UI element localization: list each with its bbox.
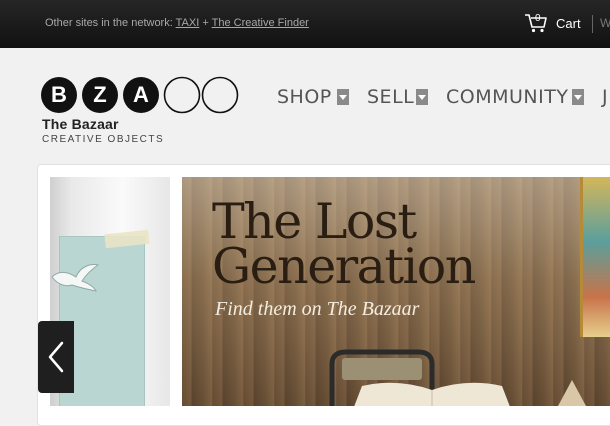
hero-title: The Lost Generation (212, 197, 512, 295)
hero-painting (580, 177, 610, 337)
logo-circles: B Z A (41, 76, 239, 114)
logo-letter-z: Z (93, 82, 106, 107)
cart-count: 0 (535, 13, 541, 24)
nav-shop[interactable]: SHOP (277, 86, 357, 110)
desk-object (558, 380, 586, 406)
logo-name: The Bazaar (42, 116, 119, 132)
link-taxi[interactable]: TAXI (176, 17, 200, 29)
network-separator: + (202, 17, 209, 29)
topbar-divider (592, 15, 593, 33)
hero-title-line2: Generation (212, 238, 476, 295)
link-creative-finder[interactable]: The Creative Finder (212, 17, 309, 29)
chevron-down-icon (337, 89, 349, 105)
site-logo[interactable]: B Z A The Bazaar CREATIVE OBJECTS (39, 76, 239, 148)
nav-shop-label: SHOP (277, 86, 332, 108)
network-bar: Other sites in the network: TAXI + The C… (0, 0, 610, 48)
nav-sell[interactable]: SELL (367, 86, 437, 110)
hero-subtitle: Find them on The Bazaar (215, 298, 420, 320)
topbar-next-item[interactable]: W (600, 16, 610, 30)
slider-prev-button[interactable] (38, 321, 74, 393)
nav-next-label: J (602, 86, 609, 108)
logo-letter-a: A (133, 82, 149, 107)
network-prefix: Other sites in the network: (45, 17, 173, 29)
book-illustration (354, 382, 510, 406)
chevron-left-icon (48, 341, 64, 373)
site-header: B Z A The Bazaar CREATIVE OBJECTS SHOP S… (0, 48, 610, 160)
chevron-down-icon (572, 89, 584, 105)
nav-next[interactable]: J (602, 86, 610, 110)
chevron-down-icon (416, 89, 428, 105)
logo-tagline: CREATIVE OBJECTS (42, 134, 165, 145)
hero-banner[interactable]: The Lost Generation Find them on The Baz… (182, 177, 610, 406)
logo-letter-b: B (51, 82, 67, 107)
bird-icon (51, 264, 100, 292)
nav-sell-label: SELL (367, 86, 415, 108)
nav-community-label: COMMUNITY (446, 86, 569, 108)
nav-community[interactable]: COMMUNITY (446, 86, 596, 110)
network-links: Other sites in the network: TAXI + The C… (45, 17, 309, 29)
cart-label: Cart (556, 16, 581, 31)
